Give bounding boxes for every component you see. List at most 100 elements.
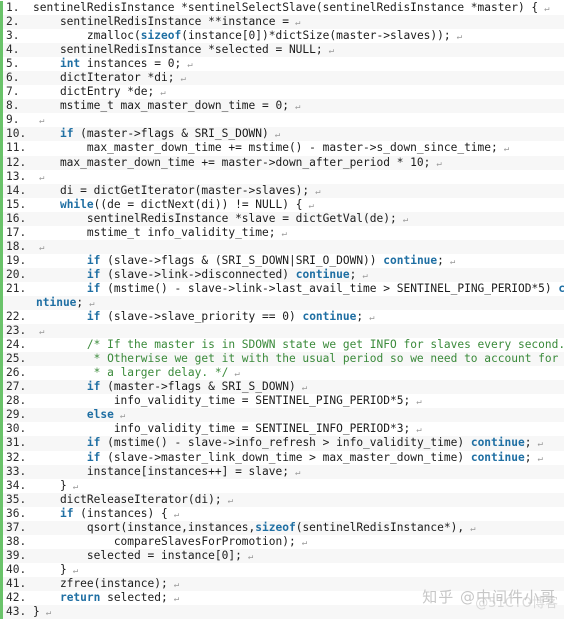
paragraph-mark-icon: ↵ <box>416 397 422 408</box>
paragraph-mark-icon: ↵ <box>294 467 301 478</box>
code-token: ; <box>524 436 532 450</box>
code-token: (slave->master_link_down_time > max_mast… <box>100 450 471 464</box>
paragraph-mark-icon: ↵ <box>39 327 45 338</box>
code-token: mstime_t info_validity_time; <box>33 225 276 239</box>
code-line: 2. sentinelRedisInstance **instance = ↵ <box>3 15 564 30</box>
keyword-token: if <box>86 281 101 295</box>
paragraph-mark-icon: ↵ <box>362 270 368 281</box>
code-line: 14. di = dictGetIterator(master->slaves)… <box>3 183 564 198</box>
line-number: 21. <box>6 281 27 295</box>
line-number: 39. <box>6 548 27 562</box>
code-line: 32. if (slave->master_link_down_time > m… <box>3 450 564 465</box>
paragraph-mark-icon: ↵ <box>537 439 543 450</box>
paragraph-mark-icon: ↵ <box>544 4 550 14</box>
code-token: (master->flags & SRI_S_DOWN) <box>100 380 296 394</box>
code-token: ; <box>349 267 357 281</box>
paragraph-mark-icon: ↵ <box>160 88 166 99</box>
paragraph-mark-icon: ↵ <box>173 593 180 604</box>
paragraph-mark-icon: ↵ <box>39 116 45 127</box>
paragraph-mark-icon: ↵ <box>456 32 463 43</box>
code-token: (mstime() - slave->info_refresh > info_v… <box>100 436 471 450</box>
code-token: dictIterator *di; <box>33 71 175 85</box>
line-number: 41. <box>6 576 27 590</box>
line-number: 35. <box>6 492 27 506</box>
keyword-token: continue <box>302 310 357 324</box>
paragraph-mark-icon: ↵ <box>281 228 287 239</box>
line-number: 32. <box>6 450 27 464</box>
paragraph-mark-icon: ↵ <box>72 481 79 492</box>
paragraph-mark-icon: ↵ <box>173 579 180 590</box>
code-token: (master->flags & SRI_S_DOWN) <box>73 127 269 141</box>
code-token: qsort(instance,instances, <box>33 520 256 534</box>
line-number: 12. <box>6 155 27 169</box>
code-token: (instances) { <box>73 506 168 520</box>
line-number: 10. <box>6 127 27 141</box>
code-line: 5. int instances = 0; ↵ <box>3 57 564 72</box>
keyword-token: if <box>86 267 101 281</box>
paragraph-mark-icon: ↵ <box>39 242 45 253</box>
line-number: 19. <box>6 253 27 267</box>
code-line: 24. /* If the master is in SDOWN state w… <box>3 338 564 353</box>
paragraph-mark-icon: ↵ <box>247 551 254 562</box>
code-token: selected; <box>100 590 168 604</box>
code-line: 28. info_validity_time = SENTINEL_PING_P… <box>3 394 564 409</box>
line-number: 13. <box>6 169 27 183</box>
code-token: (slave->slave_priority == 0) <box>100 310 303 324</box>
line-number: 9. <box>6 113 20 127</box>
code-line: 10. if (master->flags & SRI_S_DOWN) ↵ <box>3 127 564 142</box>
code-token: (slave->link->disconnected) <box>100 267 296 281</box>
line-number: 18. <box>6 239 27 253</box>
code-line: 38. compareSlavesForPromotion); ↵ <box>3 534 564 549</box>
paragraph-mark-icon: ↵ <box>89 298 95 309</box>
line-number: 24. <box>6 338 27 352</box>
line-number: 43. <box>6 605 27 619</box>
code-token: info_validity_time = SENTINEL_INFO_PERIO… <box>33 422 411 436</box>
code-token: (slave->flags & (SRI_S_DOWN|SRI_O_DOWN)) <box>100 253 384 267</box>
paragraph-mark-icon: ↵ <box>180 74 186 85</box>
code-token: ; <box>524 450 532 464</box>
code-line: 29. else ↵ <box>3 408 564 423</box>
paragraph-mark-icon: ↵ <box>39 172 45 183</box>
code-token: sentinelRedisInstance *slave = dictGetVa… <box>33 211 397 225</box>
keyword-token: if <box>86 436 101 450</box>
code-token: } <box>33 478 67 492</box>
code-line: 15. while((de = dictNext(di)) != NULL) {… <box>3 197 564 212</box>
line-number: 40. <box>6 562 27 576</box>
code-line: 34. } ↵ <box>3 478 564 493</box>
code-listing: 1. sentinelRedisInstance *sentinelSelectS… <box>0 1 564 620</box>
line-number: 26. <box>6 366 27 380</box>
code-token: dictReleaseIterator(di); <box>33 492 222 506</box>
code-line: 37. qsort(instance,instances,sizeof(sent… <box>3 520 564 535</box>
line-number: 4. <box>6 43 20 57</box>
keyword-token: return <box>59 590 101 604</box>
keyword-token: if <box>86 450 101 464</box>
code-token: ; <box>356 310 364 324</box>
paragraph-mark-icon: ↵ <box>187 60 193 71</box>
line-number: 30. <box>6 422 27 436</box>
code-line: 3. zmalloc(sizeof(instance[0])*dictSize(… <box>3 29 564 44</box>
code-line: 9. ↵ <box>3 113 564 128</box>
code-token: zfree(instance); <box>33 576 168 590</box>
paragraph-mark-icon: ↵ <box>503 144 510 155</box>
line-number: 2. <box>6 15 20 29</box>
paragraph-mark-icon: ↵ <box>402 214 409 225</box>
keyword-token: if <box>59 506 74 520</box>
line-number: 34. <box>6 478 27 492</box>
code-token: ; <box>437 253 444 267</box>
line-number: 3. <box>6 29 20 43</box>
code-token: selected = instance[0]; <box>33 548 242 562</box>
line-number: 5. <box>6 57 20 71</box>
paragraph-mark-icon: ↵ <box>72 565 79 576</box>
code-token: instances = 0; <box>80 57 182 71</box>
keyword-token: int <box>59 57 81 71</box>
paragraph-mark-icon: ↵ <box>119 411 126 422</box>
line-number: 29. <box>6 408 27 422</box>
paragraph-mark-icon: ↵ <box>294 18 301 29</box>
